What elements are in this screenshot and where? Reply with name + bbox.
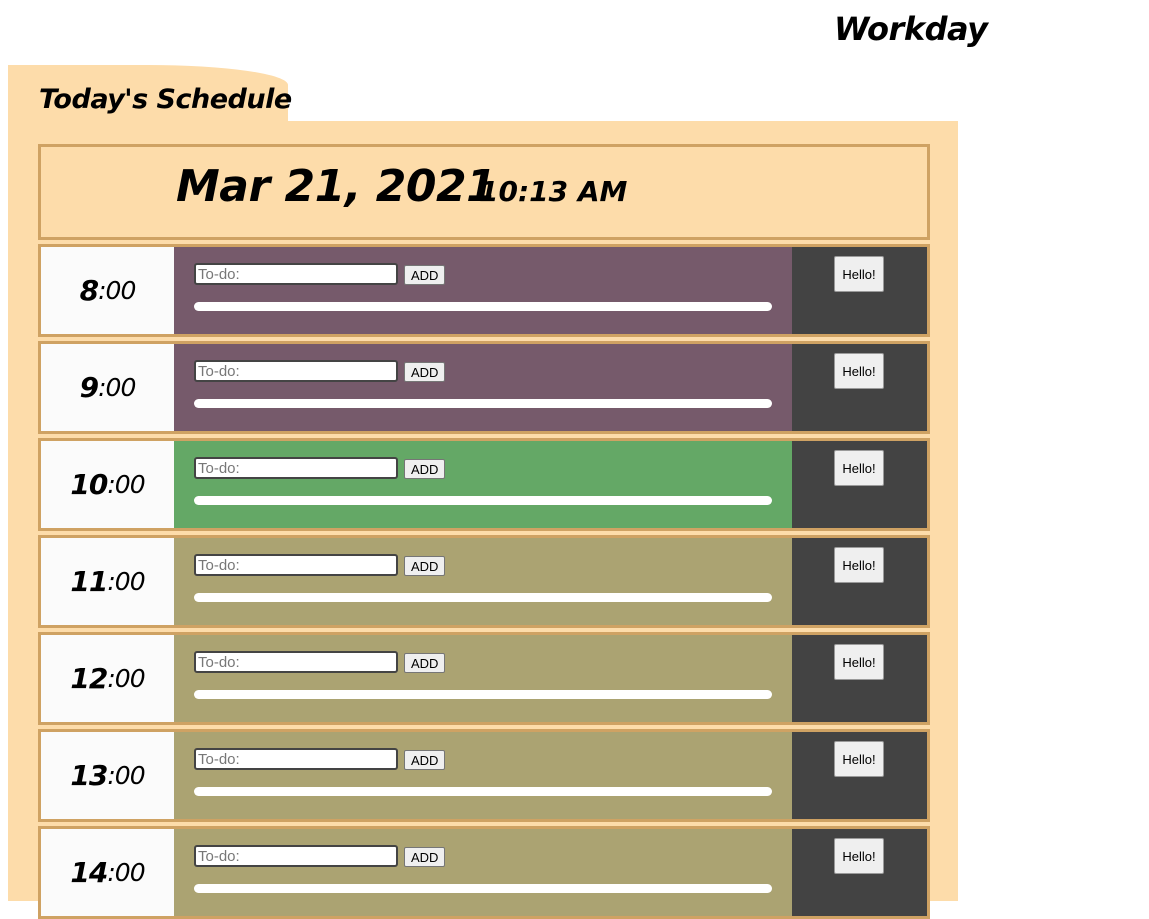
hour-number: 8 <box>79 274 100 307</box>
add-button[interactable]: ADD <box>404 556 446 576</box>
hour-row: 12:00 ADD Hello! <box>38 632 930 725</box>
todo-input[interactable] <box>194 651 398 673</box>
add-button[interactable]: ADD <box>404 362 446 382</box>
side-panel: Hello! <box>792 247 927 334</box>
hour-number: 13 <box>70 759 108 792</box>
task-list-bar <box>194 302 772 311</box>
hour-row: 11:00 ADD Hello! <box>38 535 930 628</box>
hour-minutes: :00 <box>107 567 145 596</box>
hour-label: 8:00 <box>41 247 174 334</box>
side-panel: Hello! <box>792 441 927 528</box>
hello-button[interactable]: Hello! <box>834 547 884 583</box>
hour-row: 14:00 ADD Hello! <box>38 826 930 919</box>
todo-input[interactable] <box>194 457 398 479</box>
hour-minutes: :00 <box>107 761 145 790</box>
hour-row: 13:00 ADD Hello! <box>38 729 930 822</box>
current-date: Mar 21, 2021 <box>176 161 497 212</box>
add-button[interactable]: ADD <box>404 459 446 479</box>
task-list-bar <box>194 399 772 408</box>
task-list-bar <box>194 690 772 699</box>
hour-minutes: :00 <box>98 276 136 305</box>
hour-label: 14:00 <box>41 829 174 916</box>
hour-number: 12 <box>70 662 108 695</box>
app-title: Workday <box>834 10 988 48</box>
hello-button[interactable]: Hello! <box>834 256 884 292</box>
side-panel: Hello! <box>792 732 927 819</box>
hour-number: 10 <box>70 468 108 501</box>
todo-input[interactable] <box>194 845 398 867</box>
hour-label: 12:00 <box>41 635 174 722</box>
hour-row: 9:00 ADD Hello! <box>38 341 930 434</box>
hello-button[interactable]: Hello! <box>834 353 884 389</box>
hour-label: 9:00 <box>41 344 174 431</box>
task-area: ADD <box>174 829 792 916</box>
task-list-bar <box>194 787 772 796</box>
add-button[interactable]: ADD <box>404 750 446 770</box>
hour-label: 13:00 <box>41 732 174 819</box>
task-area: ADD <box>174 635 792 722</box>
hour-label: 10:00 <box>41 441 174 528</box>
hour-number: 11 <box>70 565 108 598</box>
todo-input[interactable] <box>194 748 398 770</box>
task-list-bar <box>194 593 772 602</box>
side-panel: Hello! <box>792 538 927 625</box>
schedule-tab-label: Today's Schedule <box>39 84 292 115</box>
task-area: ADD <box>174 344 792 431</box>
hour-label: 11:00 <box>41 538 174 625</box>
hour-number: 9 <box>79 371 100 404</box>
add-button[interactable]: ADD <box>404 847 446 867</box>
hour-minutes: :00 <box>107 858 145 887</box>
task-area: ADD <box>174 538 792 625</box>
todo-input[interactable] <box>194 360 398 382</box>
hour-number: 14 <box>70 856 108 889</box>
todo-input[interactable] <box>194 554 398 576</box>
hour-row: 10:00 ADD Hello! <box>38 438 930 531</box>
task-area: ADD <box>174 247 792 334</box>
side-panel: Hello! <box>792 829 927 916</box>
hello-button[interactable]: Hello! <box>834 838 884 874</box>
task-area: ADD <box>174 732 792 819</box>
side-panel: Hello! <box>792 635 927 722</box>
current-time: 10:13 AM <box>479 175 628 208</box>
side-panel: Hello! <box>792 344 927 431</box>
todo-input[interactable] <box>194 263 398 285</box>
add-button[interactable]: ADD <box>404 653 446 673</box>
hello-button[interactable]: Hello! <box>834 741 884 777</box>
hour-minutes: :00 <box>107 664 145 693</box>
hour-minutes: :00 <box>107 470 145 499</box>
hello-button[interactable]: Hello! <box>834 450 884 486</box>
task-list-bar <box>194 884 772 893</box>
hello-button[interactable]: Hello! <box>834 644 884 680</box>
task-area: ADD <box>174 441 792 528</box>
date-bar: Mar 21, 2021 10:13 AM <box>38 144 930 240</box>
hour-minutes: :00 <box>98 373 136 402</box>
hour-row: 8:00 ADD Hello! <box>38 244 930 337</box>
task-list-bar <box>194 496 772 505</box>
add-button[interactable]: ADD <box>404 265 446 285</box>
